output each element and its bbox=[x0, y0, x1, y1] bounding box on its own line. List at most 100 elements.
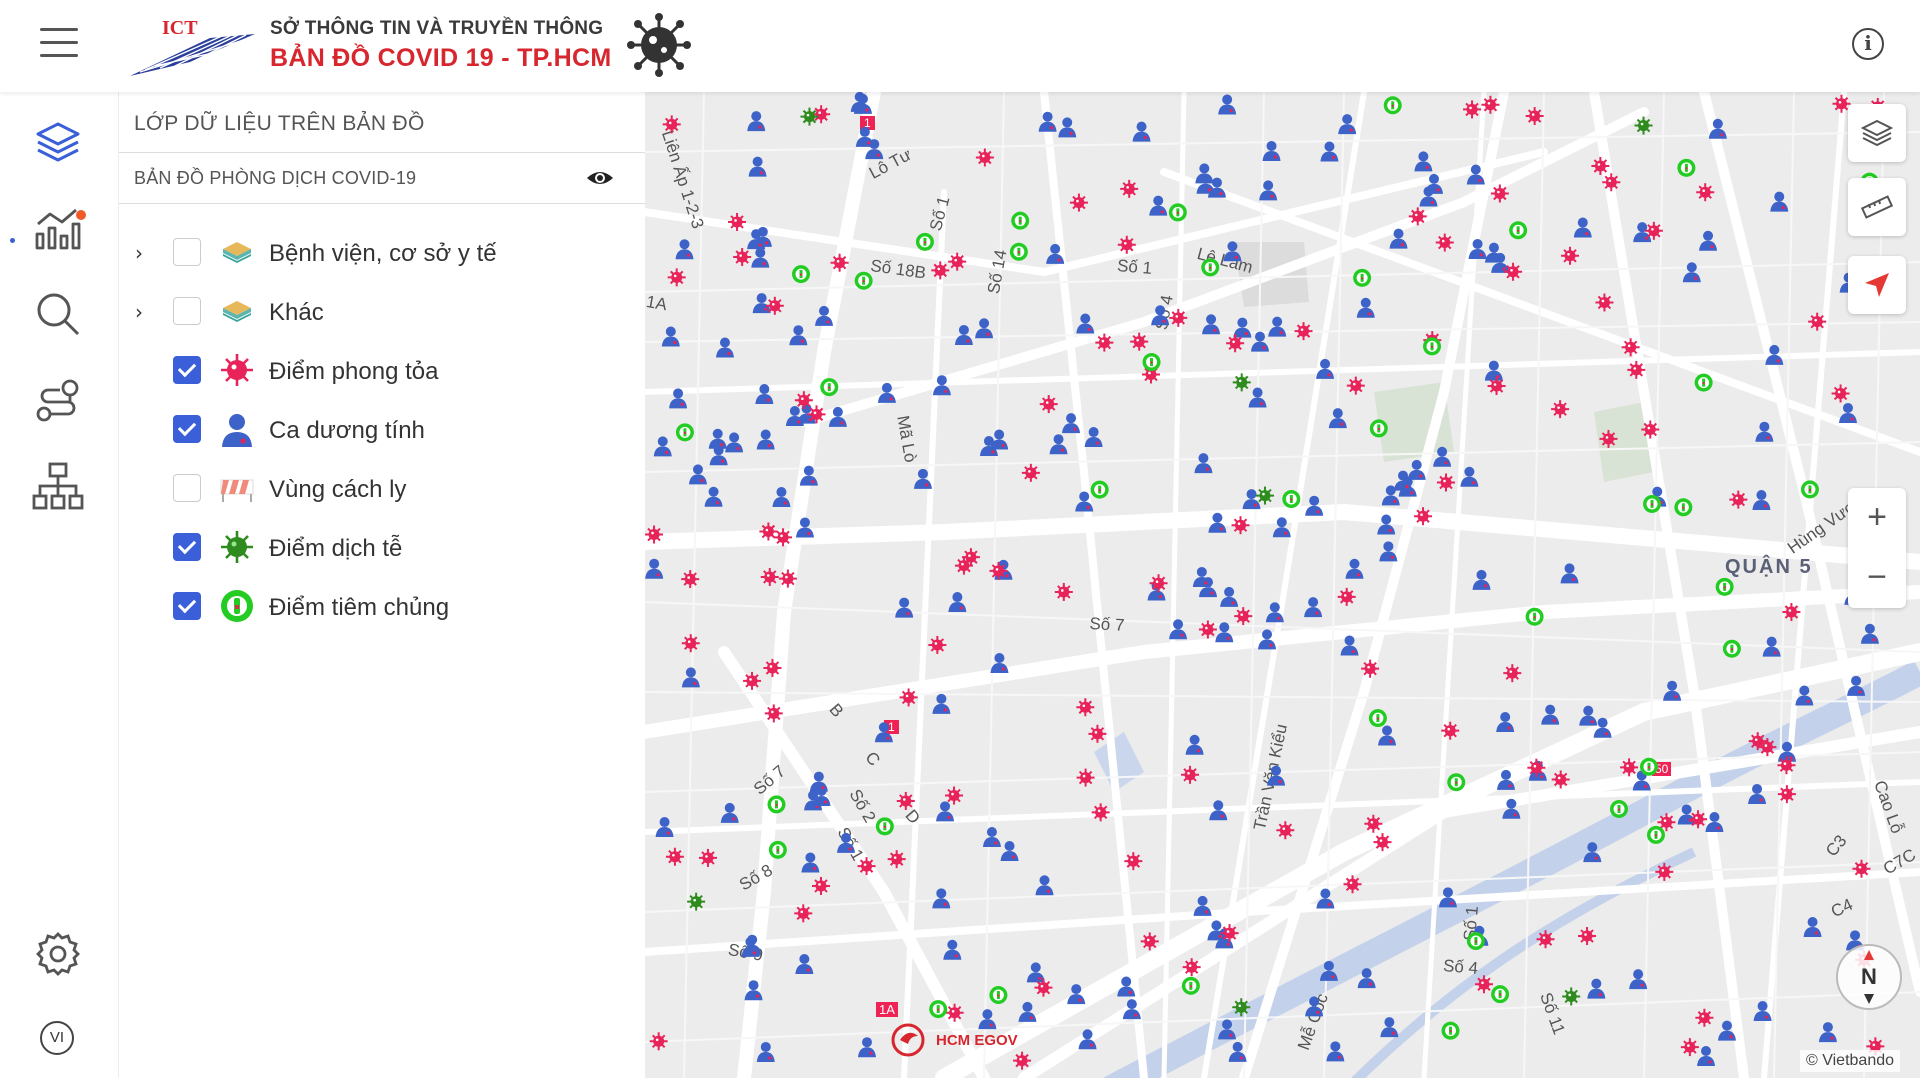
lockdown-marker[interactable] bbox=[743, 671, 762, 690]
lockdown-marker[interactable] bbox=[896, 791, 915, 810]
positive-case-marker[interactable] bbox=[1340, 635, 1359, 656]
positive-case-marker[interactable] bbox=[1026, 962, 1045, 983]
positive-case-marker[interactable] bbox=[1755, 421, 1774, 442]
positive-case-marker[interactable] bbox=[789, 325, 808, 346]
vaccination-marker[interactable] bbox=[1694, 373, 1713, 392]
positive-case-marker[interactable] bbox=[1218, 1019, 1237, 1040]
positive-case-marker[interactable] bbox=[1345, 558, 1364, 579]
epidemic-marker[interactable] bbox=[1232, 998, 1251, 1017]
positive-case-marker[interactable] bbox=[756, 429, 775, 450]
epidemic-marker[interactable] bbox=[1255, 486, 1274, 505]
lockdown-marker[interactable] bbox=[1595, 293, 1614, 312]
positive-case-marker[interactable] bbox=[1496, 712, 1515, 733]
positive-case-marker[interactable] bbox=[1242, 489, 1261, 510]
positive-case-marker[interactable] bbox=[1326, 1041, 1345, 1062]
positive-case-marker[interactable] bbox=[1078, 1029, 1097, 1050]
lockdown-marker[interactable] bbox=[857, 857, 876, 876]
lockdown-marker[interactable] bbox=[1641, 420, 1660, 439]
lockdown-marker[interactable] bbox=[1689, 810, 1708, 829]
marker-layer[interactable] bbox=[644, 92, 1920, 1078]
positive-case-marker[interactable] bbox=[1357, 968, 1376, 989]
positive-case-marker[interactable] bbox=[1377, 514, 1396, 535]
positive-case-marker[interactable] bbox=[1541, 704, 1560, 725]
vaccination-marker[interactable] bbox=[989, 986, 1008, 1005]
lockdown-marker[interactable] bbox=[1095, 333, 1114, 352]
lockdown-marker[interactable] bbox=[1039, 395, 1058, 414]
vaccination-marker[interactable] bbox=[792, 265, 811, 284]
vaccination-marker[interactable] bbox=[1674, 498, 1693, 517]
positive-case-marker[interactable] bbox=[1259, 180, 1278, 201]
vaccination-marker[interactable] bbox=[767, 795, 786, 814]
positive-case-marker[interactable] bbox=[1748, 783, 1767, 804]
positive-case-marker[interactable] bbox=[1338, 114, 1357, 135]
positive-case-marker[interactable] bbox=[1860, 623, 1879, 644]
lockdown-marker[interactable] bbox=[645, 525, 664, 544]
lockdown-marker[interactable] bbox=[760, 567, 779, 586]
positive-case-marker[interactable] bbox=[1062, 413, 1081, 434]
positive-case-marker[interactable] bbox=[1705, 811, 1724, 832]
lockdown-marker[interactable] bbox=[811, 876, 830, 895]
positive-case-marker[interactable] bbox=[1752, 490, 1771, 511]
positive-case-marker[interactable] bbox=[1770, 191, 1789, 212]
lockdown-marker[interactable] bbox=[649, 1032, 668, 1051]
positive-case-marker[interactable] bbox=[1560, 563, 1579, 584]
lockdown-marker[interactable] bbox=[1276, 821, 1295, 840]
lockdown-marker[interactable] bbox=[1346, 376, 1365, 395]
positive-case-marker[interactable] bbox=[1185, 734, 1204, 755]
epidemic-marker[interactable] bbox=[1634, 116, 1653, 135]
positive-case-marker[interactable] bbox=[809, 771, 828, 792]
vaccination-marker[interactable] bbox=[1142, 353, 1161, 372]
positive-case-marker[interactable] bbox=[1379, 541, 1398, 562]
positive-case-marker[interactable] bbox=[1697, 1046, 1716, 1067]
vaccination-marker[interactable] bbox=[1491, 985, 1510, 1004]
vaccination-marker[interactable] bbox=[1011, 211, 1030, 230]
positive-case-marker[interactable] bbox=[1328, 408, 1347, 429]
positive-case-marker[interactable] bbox=[990, 652, 1009, 673]
vaccination-marker[interactable] bbox=[820, 378, 839, 397]
lockdown-marker[interactable] bbox=[1441, 721, 1460, 740]
route-icon[interactable] bbox=[32, 374, 84, 426]
vaccination-marker[interactable] bbox=[1368, 709, 1387, 728]
lockdown-marker[interactable] bbox=[778, 569, 797, 588]
compass-button[interactable]: N bbox=[1836, 944, 1902, 1010]
positive-case-marker[interactable] bbox=[751, 247, 770, 268]
lockdown-marker[interactable] bbox=[1655, 862, 1674, 881]
positive-case-marker[interactable] bbox=[1248, 387, 1267, 408]
positive-case-marker[interactable] bbox=[1803, 916, 1822, 937]
lockdown-marker[interactable] bbox=[1117, 235, 1136, 254]
lockdown-marker[interactable] bbox=[667, 268, 686, 287]
lockdown-marker[interactable] bbox=[1536, 930, 1555, 949]
positive-case-marker[interactable] bbox=[1228, 1041, 1247, 1062]
positive-case-marker[interactable] bbox=[948, 592, 967, 613]
positive-case-marker[interactable] bbox=[1682, 262, 1701, 283]
lockdown-marker[interactable] bbox=[1621, 338, 1640, 357]
positive-case-marker[interactable] bbox=[1838, 402, 1857, 423]
positive-case-marker[interactable] bbox=[1250, 331, 1269, 352]
measure-ruler-button[interactable] bbox=[1848, 178, 1906, 236]
positive-case-marker[interactable] bbox=[1305, 495, 1324, 516]
lockdown-marker[interactable] bbox=[1696, 183, 1715, 202]
epidemic-marker[interactable] bbox=[1562, 987, 1581, 1006]
lockdown-marker[interactable] bbox=[887, 850, 906, 869]
lockdown-marker[interactable] bbox=[1782, 602, 1801, 621]
lockdown-marker[interactable] bbox=[1599, 429, 1618, 448]
lockdown-marker[interactable] bbox=[1169, 308, 1188, 327]
lockdown-marker[interactable] bbox=[1140, 932, 1159, 951]
positive-case-marker[interactable] bbox=[1795, 685, 1814, 706]
positive-case-marker[interactable] bbox=[747, 111, 766, 132]
positive-case-marker[interactable] bbox=[1272, 517, 1291, 538]
positive-case-marker[interactable] bbox=[1708, 118, 1727, 139]
lockdown-marker[interactable] bbox=[1130, 332, 1149, 351]
lockdown-marker[interactable] bbox=[681, 634, 700, 653]
lockdown-marker[interactable] bbox=[1578, 927, 1597, 946]
language-button[interactable]: VI bbox=[40, 1021, 74, 1055]
lockdown-marker[interactable] bbox=[698, 848, 717, 867]
lockdown-marker[interactable] bbox=[1551, 770, 1570, 789]
lockdown-marker[interactable] bbox=[975, 148, 994, 167]
vaccination-marker[interactable] bbox=[1353, 268, 1372, 287]
positive-case-marker[interactable] bbox=[1169, 619, 1188, 640]
positive-case-marker[interactable] bbox=[954, 324, 973, 345]
positive-case-marker[interactable] bbox=[1220, 586, 1239, 607]
positive-case-marker[interactable] bbox=[1316, 888, 1335, 909]
lockdown-marker[interactable] bbox=[830, 253, 849, 272]
